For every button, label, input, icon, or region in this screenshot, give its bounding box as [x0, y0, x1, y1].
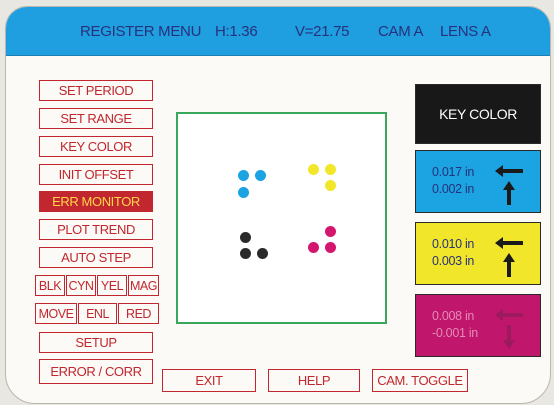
- left-arrow-icon: [495, 237, 523, 249]
- up-arrow-icon: [503, 253, 515, 277]
- auto-step-button[interactable]: AUTO STEP: [39, 247, 153, 268]
- v-readout: V=21.75: [295, 23, 350, 40]
- header-bar: REGISTER MENU H:1.36 V=21.75 CAM A LENS …: [6, 7, 550, 56]
- mag-button[interactable]: MAG: [128, 275, 159, 296]
- move-button[interactable]: MOVE: [35, 303, 77, 324]
- yellow-mark: [325, 180, 336, 191]
- lens-label: LENS A: [440, 23, 491, 40]
- register-screen: REGISTER MENU H:1.36 V=21.75 CAM A LENS …: [5, 6, 551, 404]
- magenta-mark: [308, 242, 319, 253]
- cyn-button[interactable]: CYN: [66, 275, 96, 296]
- yellow-mark: [325, 164, 336, 175]
- menu-title: REGISTER MENU: [80, 23, 202, 40]
- magenta-mark: [325, 242, 336, 253]
- up-arrow-icon: [503, 181, 515, 205]
- cam-toggle-button[interactable]: CAM. TOGGLE: [372, 369, 468, 392]
- error-corr-button[interactable]: ERROR / CORR: [39, 359, 153, 384]
- cyan-horizontal-offset: 0.017 in: [432, 165, 475, 179]
- err-monitor-button[interactable]: ERR MONITOR: [39, 191, 153, 212]
- cyan-mark: [238, 187, 249, 198]
- key-color-button[interactable]: KEY COLOR: [39, 136, 153, 157]
- left-arrow-icon: [495, 165, 523, 177]
- yellow-offset-panel: 0.010 in 0.003 in: [415, 222, 541, 285]
- h-readout: H:1.36: [215, 23, 258, 40]
- cyan-mark: [255, 170, 266, 181]
- exit-button[interactable]: EXIT: [162, 369, 256, 392]
- enl-button[interactable]: ENL: [78, 303, 117, 324]
- red-button[interactable]: RED: [118, 303, 159, 324]
- left-arrow-icon: [495, 309, 523, 321]
- cyan-offset-panel: 0.017 in 0.002 in: [415, 150, 541, 213]
- black-mark: [240, 248, 251, 259]
- magenta-horizontal-offset: 0.008 in: [432, 309, 475, 323]
- down-arrow-icon: [503, 325, 515, 349]
- camera-view: [176, 112, 387, 324]
- yellow-horizontal-offset: 0.010 in: [432, 237, 475, 251]
- setup-button[interactable]: SETUP: [39, 332, 153, 353]
- magenta-mark: [325, 226, 336, 237]
- set-period-button[interactable]: SET PERIOD: [39, 80, 153, 101]
- black-mark: [257, 248, 268, 259]
- key-color-panel: KEY COLOR: [415, 84, 541, 144]
- magenta-offset-panel: 0.008 in -0.001 in: [415, 294, 541, 357]
- yel-button[interactable]: YEL: [97, 275, 127, 296]
- yellow-mark: [308, 164, 319, 175]
- init-offset-button[interactable]: INIT OFFSET: [39, 164, 153, 185]
- cyan-mark: [238, 170, 249, 181]
- set-range-button[interactable]: SET RANGE: [39, 108, 153, 129]
- help-button[interactable]: HELP: [268, 369, 360, 392]
- yellow-vertical-offset: 0.003 in: [432, 254, 475, 268]
- magenta-vertical-offset: -0.001 in: [432, 326, 478, 340]
- blk-button[interactable]: BLK: [35, 275, 65, 296]
- camera-label: CAM A: [378, 23, 424, 40]
- black-mark: [240, 232, 251, 243]
- key-color-label: KEY COLOR: [439, 106, 517, 122]
- cyan-vertical-offset: 0.002 in: [432, 182, 475, 196]
- plot-trend-button[interactable]: PLOT TREND: [39, 219, 153, 240]
